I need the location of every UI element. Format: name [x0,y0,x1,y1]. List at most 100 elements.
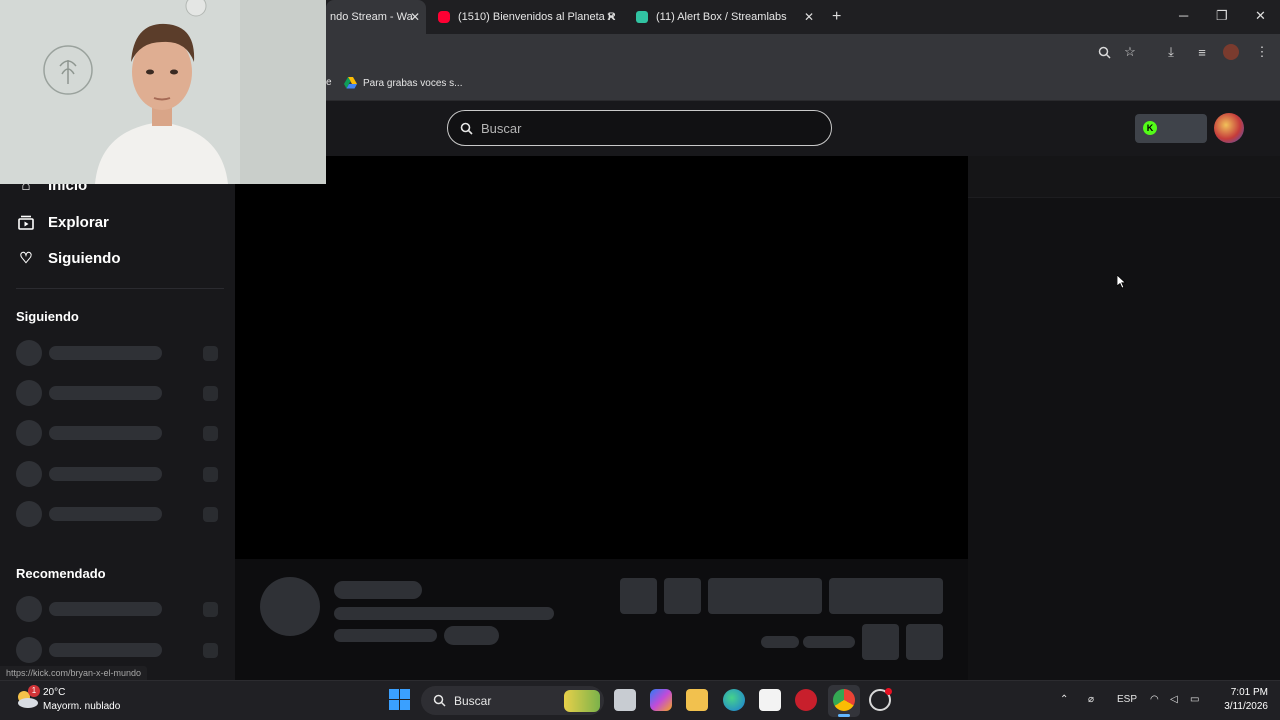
clock-time[interactable]: 7:01 PM [1212,687,1268,698]
search-highlight-icon [564,690,600,712]
close-tab-icon[interactable]: ✕ [606,10,616,24]
chat-header [968,156,1280,198]
app-icon[interactable] [795,689,817,711]
skeleton-tag [444,626,499,645]
skeleton-text [49,346,162,360]
edge-icon[interactable] [723,689,745,711]
taskbar-search-label: Buscar [454,693,492,708]
mouse-cursor-icon [1116,274,1127,294]
battery-icon[interactable]: ▭ [1190,694,1199,705]
skeleton-avatar [16,501,42,527]
maximize-icon[interactable]: ❐ [1216,8,1228,24]
close-tab-icon[interactable]: ✕ [804,10,814,24]
chevron-up-icon[interactable]: ⌃ [1060,694,1068,705]
bookmark-item[interactable]: Para grabas voces s... [344,77,463,89]
bookmark-star-icon[interactable]: ☆ [1122,44,1138,60]
close-tab-icon[interactable]: ✕ [410,10,420,24]
menu-kebab-icon[interactable]: ⋮ [1254,44,1270,60]
skeleton-text [761,636,799,648]
media-control-icon[interactable]: ≡ [1194,44,1210,60]
close-window-icon[interactable]: ✕ [1255,8,1266,24]
sidebar-item-siguiendo[interactable]: ♡ Siguiendo [16,249,121,268]
user-avatar[interactable] [1214,113,1244,143]
weather-temp[interactable]: 20°C [43,687,65,698]
youtube-icon [438,11,450,23]
wifi-icon[interactable]: ◠ [1150,694,1159,705]
skeleton-button [862,624,899,660]
skeleton-avatar [16,461,42,487]
tab-title: (1510) Bienvenidos al Planeta R [458,11,616,23]
section-title-following: Siguiendo [16,309,79,324]
skeleton-button [708,578,822,614]
download-icon[interactable]: ⤓ [1163,44,1179,60]
skeleton-avatar [16,420,42,446]
sidebar-item-label: Siguiendo [48,249,121,267]
skeleton-avatar [16,596,42,622]
browse-icon [16,213,36,231]
chat-panel [968,156,1280,680]
task-view-icon[interactable] [614,689,636,711]
taskbar-search[interactable]: Buscar [421,686,604,715]
profile-icon[interactable] [1223,44,1239,60]
address-bar[interactable] [330,40,1090,64]
skeleton-text [334,581,422,599]
skeleton-button [620,578,657,614]
skeleton-badge [203,507,218,522]
skeleton-avatar [16,637,42,663]
skeleton-text [49,386,162,400]
search-icon [460,122,473,135]
tab-title: (11) Alert Box / Streamlabs [656,11,787,23]
google-drive-icon [344,77,357,89]
search-placeholder: Buscar [481,120,522,136]
skeleton-text [49,426,162,440]
skeleton-button [906,624,943,660]
store-icon[interactable] [759,689,781,711]
heart-icon: ♡ [19,250,33,267]
bookmark-item[interactable]: e [326,77,332,88]
new-tab-icon[interactable]: + [832,8,841,26]
skeleton-badge [203,386,218,401]
tab-youtube[interactable]: (1510) Bienvenidos al Planeta R ✕ [432,0,622,34]
language-indicator[interactable]: ESP [1117,694,1137,705]
skeleton-avatar [16,340,42,366]
skeleton-text [334,629,437,642]
sidebar-item-explorar[interactable]: Explorar [16,213,109,231]
skeleton-badge [203,346,218,361]
weather-badge: 1 [28,685,40,697]
notification-dot [885,688,892,695]
volume-icon[interactable]: ◁ [1170,694,1178,705]
tab-streamlabs[interactable]: (11) Alert Box / Streamlabs ✕ [630,0,820,34]
skeleton-text [49,467,162,481]
skeleton-text [49,507,162,521]
copilot-icon[interactable] [650,689,672,711]
skeleton-badge [203,643,218,658]
webcam-overlay [0,0,326,184]
search-input[interactable]: Buscar [447,110,832,146]
skeleton-button [829,578,943,614]
bookmark-label: Para grabas voces s... [363,77,463,89]
chrome-icon[interactable] [833,689,855,711]
sidebar-item-label: Explorar [48,213,109,231]
zoom-icon[interactable] [1096,44,1112,60]
status-url: https://kick.com/bryan-x-el-mundo [0,666,148,680]
network-off-icon[interactable]: ⌀ [1088,694,1094,705]
file-explorer-icon[interactable] [686,689,708,711]
kick-logo-icon: K [1143,121,1157,135]
skeleton-text [334,607,554,620]
tab-active[interactable]: ndo Stream - Wa ✕ [326,0,426,34]
minimize-icon[interactable]: ─ [1179,8,1188,23]
skeleton-badge [203,426,218,441]
skeleton-channel-avatar [260,577,320,636]
search-icon [433,694,446,707]
clock-date[interactable]: 3/11/2026 [1212,701,1268,712]
tab-title: ndo Stream - Wa [330,11,413,23]
streamlabs-icon [636,11,648,23]
skeleton-text [803,636,855,648]
windows-start-icon[interactable] [389,689,410,715]
section-title-recommended: Recomendado [16,566,106,581]
skeleton-text [49,643,162,657]
skeleton-badge [203,467,218,482]
weather-desc[interactable]: Mayorm. nublado [43,701,120,712]
skeleton-badge [203,602,218,617]
video-player[interactable] [235,156,968,559]
